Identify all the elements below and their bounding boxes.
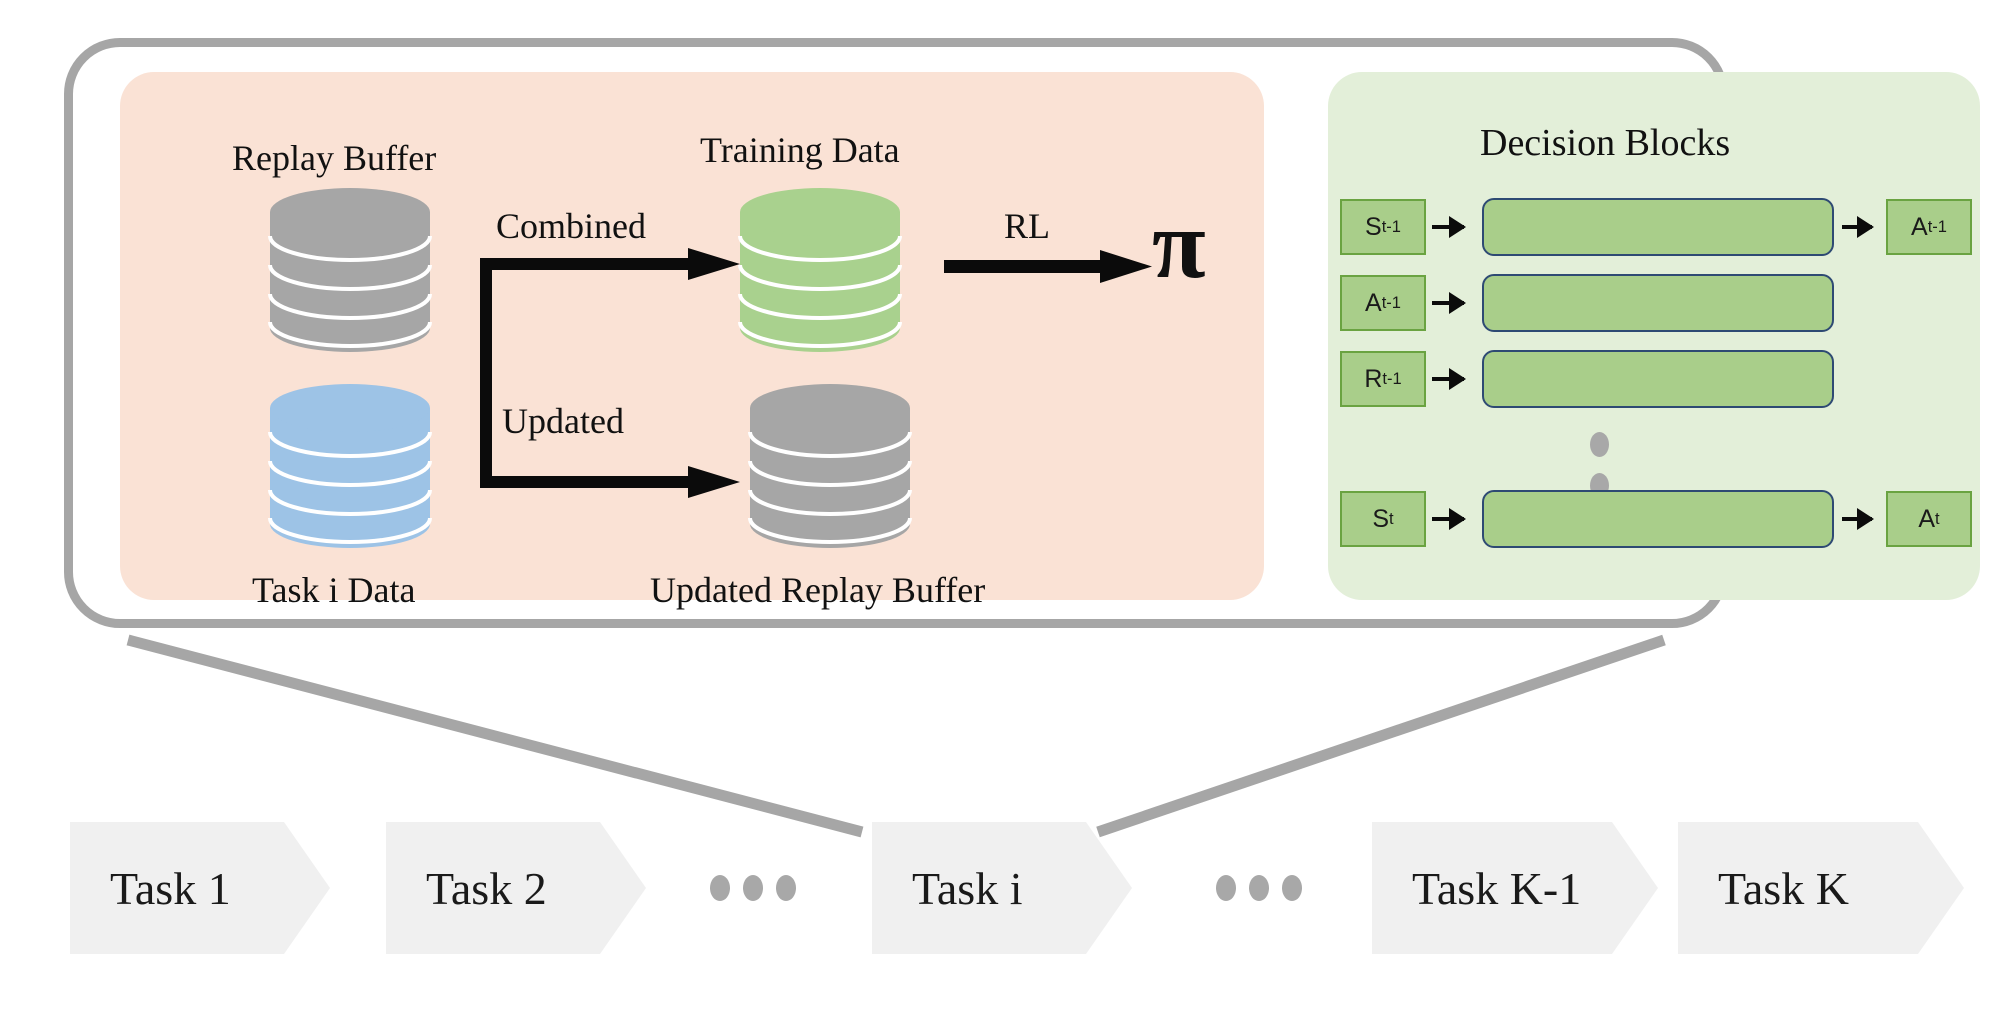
task-chevron-task-1-label: Task 1 xyxy=(110,862,231,914)
task-chevron-task-i[interactable]: Task i xyxy=(872,822,1132,954)
decision-row-0-arrow-in xyxy=(1432,225,1464,229)
decision-row-3: St At xyxy=(1340,490,1972,548)
decision-row-3-arrow-out xyxy=(1842,517,1872,521)
decision-row-3-arrow-in xyxy=(1432,517,1464,521)
ellipsis-dot xyxy=(710,875,730,901)
task-chevron-task-k[interactable]: Task K xyxy=(1678,822,1964,954)
decision-row-0-input[interactable]: St-1 xyxy=(1340,199,1426,255)
decision-row-1-input-label: A xyxy=(1365,288,1382,317)
decision-row-0-output[interactable]: At-1 xyxy=(1886,199,1972,255)
task-chevron-task-k-label: Task K xyxy=(1718,862,1849,914)
replay-buffer-label: Replay Buffer xyxy=(232,138,437,178)
training-data-label: Training Data xyxy=(700,130,900,170)
decision-row-0-input-label: S xyxy=(1365,212,1382,241)
decision-blocks-title: Decision Blocks xyxy=(1480,122,1731,164)
task-i-data-label: Task i Data xyxy=(252,570,416,610)
ellipsis-dot xyxy=(743,875,763,901)
ellipsis-dot xyxy=(1216,875,1236,901)
task-chevron-task-2-label: Task 2 xyxy=(426,862,547,914)
ellipsis-dot xyxy=(1282,875,1302,901)
policy-pi-symbol: π xyxy=(1152,191,1206,299)
updated-replay-buffer-label: Updated Replay Buffer xyxy=(650,570,986,610)
combined-label: Combined xyxy=(496,206,646,246)
decision-row-1-input[interactable]: At-1 xyxy=(1340,275,1426,331)
task-chevron-task-i-label: Task i xyxy=(912,862,1023,914)
decision-row-3-input-label: S xyxy=(1372,504,1390,533)
decision-row-1-block[interactable] xyxy=(1482,274,1834,332)
ellipsis-dot xyxy=(1590,432,1609,457)
task-chevron-task-k-minus-1-label: Task K-1 xyxy=(1412,862,1582,914)
task-chevron-task-2[interactable]: Task 2 xyxy=(386,822,646,954)
decision-row-3-input[interactable]: St xyxy=(1340,491,1426,547)
decision-row-2-block[interactable] xyxy=(1482,350,1834,408)
task-ribbon-ellipsis-right-icon xyxy=(1216,875,1302,901)
decision-row-2: Rt-1 xyxy=(1340,350,1834,408)
decision-row-3-output-label: A xyxy=(1918,504,1936,533)
decision-row-2-input[interactable]: Rt-1 xyxy=(1340,351,1426,407)
decision-row-0-output-label: A xyxy=(1911,212,1928,241)
updated-label: Updated xyxy=(502,401,624,441)
decision-row-1: At-1 xyxy=(1340,274,1834,332)
diagram-canvas: Replay Buffer Task i Data Training Data … xyxy=(0,0,2000,1020)
ellipsis-dot xyxy=(776,875,796,901)
decision-row-0-arrow-out xyxy=(1842,225,1872,229)
decision-row-0-block[interactable] xyxy=(1482,198,1834,256)
task-chevron-task-1[interactable]: Task 1 xyxy=(70,822,330,954)
decision-row-3-output[interactable]: At xyxy=(1886,491,1972,547)
ellipsis-dot xyxy=(1249,875,1269,901)
rl-label: RL xyxy=(1004,206,1051,246)
decision-row-1-arrow-in xyxy=(1432,301,1464,305)
decision-row-3-block[interactable] xyxy=(1482,490,1834,548)
task-ribbon-ellipsis-left-icon xyxy=(710,875,796,901)
decision-row-2-input-label: R xyxy=(1364,364,1383,393)
decision-row-0: St-1 At-1 xyxy=(1340,198,1972,256)
task-chevron-task-k-minus-1[interactable]: Task K-1 xyxy=(1372,822,1658,954)
decision-row-2-arrow-in xyxy=(1432,377,1464,381)
